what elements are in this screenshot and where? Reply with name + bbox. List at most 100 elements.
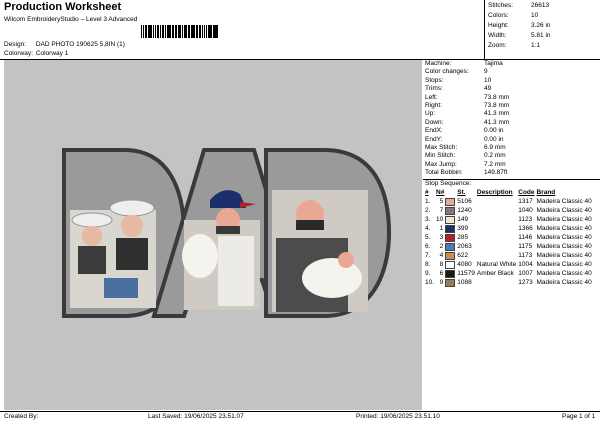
footer-rule: [0, 411, 600, 412]
software-name: Wilcom EmbroideryStudio – Level 3 Advanc…: [4, 16, 138, 23]
color-swatch: [445, 260, 456, 269]
col-index: #: [425, 189, 429, 197]
needle-number: 8: [439, 260, 444, 268]
barcode-bar: [157, 25, 159, 38]
header-divider: [484, 0, 485, 60]
dad-embroidery-image: [62, 148, 392, 318]
row-index: 7.: [425, 251, 431, 259]
design-stats: Stitches: 26613 Colors: 10 Height: 3.26 in …: [488, 2, 551, 53]
color-swatch-cell: [445, 197, 457, 206]
machine-info-row: Left: 73.8 mm: [423, 94, 600, 103]
row-index: 8.: [425, 260, 431, 268]
needle-number: 1: [439, 224, 444, 232]
design-label: Design:: [4, 41, 27, 48]
machine-info-row: Up: 41.3 mm: [423, 110, 600, 119]
stitch-count: 149: [457, 215, 469, 223]
col-brand: Brand: [536, 189, 556, 197]
thread-brand: Madeira Classic 40: [536, 224, 592, 232]
stitch-count: 5106: [457, 197, 472, 205]
colorway-value: Colorway 1: [35, 50, 69, 57]
machine-info-row: EndX: 0.00 in: [423, 127, 600, 136]
color-description: [477, 278, 518, 287]
info-value: 149.87ft: [484, 169, 508, 177]
barcode-bar: [152, 25, 155, 38]
design-preview: [4, 60, 422, 410]
machine-info-panel: Machine: Tajima Color changes: 9 Stops: 10 Tri…: [423, 60, 600, 410]
color-swatch: [445, 224, 456, 233]
thread-code: 1123: [518, 215, 533, 223]
row-index: 9.: [425, 269, 431, 277]
colorway-label: Colorway:: [4, 50, 33, 57]
table-row: 3. 10 149 1123 Madeira Classic 40: [425, 215, 594, 224]
needle-number: 5: [439, 197, 444, 205]
thread-code: 1273: [518, 278, 533, 286]
table-row: 2. 7 1240 1040 Madeira Classic 40: [425, 206, 594, 215]
row-index: 4.: [425, 224, 431, 232]
stitch-count: 285: [457, 233, 469, 241]
color-swatch-cell: [445, 224, 457, 233]
stitch-count: 4080: [457, 260, 472, 268]
barcode-bar: [146, 25, 148, 38]
stitch-count: 622: [457, 251, 469, 259]
needle-number: 10: [436, 215, 444, 223]
barcode-bar: [141, 25, 142, 38]
table-row: 5. 3 285 1146 Madeira Classic 40: [425, 233, 594, 242]
color-swatch: [445, 233, 456, 242]
barcode-bar: [205, 25, 207, 38]
barcode-bar: [198, 25, 202, 38]
table-row: 6. 2 2063 1175 Madeira Classic 40: [425, 242, 594, 251]
color-description: [477, 251, 518, 260]
thread-code: 1173: [518, 251, 533, 259]
stitch-count: 2063: [457, 242, 472, 250]
table-row: 4. 1 399 1366 Madeira Classic 40: [425, 224, 594, 233]
needle-number: 3: [439, 233, 444, 241]
colorway-row: Colorway: Colorway 1: [4, 50, 69, 58]
thread-brand: Madeira Classic 40: [536, 233, 592, 241]
color-description: [477, 233, 518, 242]
row-index: 6.: [425, 242, 431, 250]
table-header-row: # N# St. Description Code Brand: [425, 189, 594, 197]
thread-brand: Madeira Classic 40: [536, 251, 592, 259]
thread-brand: Madeira Classic 40: [536, 269, 592, 277]
color-description: [477, 242, 518, 251]
stitch-count: 399: [457, 224, 469, 232]
page-title: Production Worksheet: [4, 1, 122, 13]
machine-info-row: Stops: 10: [423, 77, 600, 86]
barcode-bar: [170, 25, 172, 38]
design-row: Design: DAD PHOTO 190625 5,8IN (1): [4, 41, 125, 49]
color-description: [477, 224, 518, 233]
table-row: 8. 8 4080 Natural White 1004 Madeira Classic …: [425, 260, 594, 269]
barcode-bar: [181, 25, 183, 38]
color-swatch: [445, 278, 456, 287]
machine-info-row: Trims: 49: [423, 85, 600, 94]
color-swatch: [445, 215, 456, 224]
barcode-bar: [187, 25, 190, 38]
needle-number: 9: [439, 278, 444, 286]
thread-code: 1317: [518, 197, 533, 205]
machine-info-row: Down: 41.3 mm: [423, 119, 600, 128]
row-index: 10.: [425, 278, 435, 286]
color-swatch: [445, 251, 456, 260]
row-index: 3.: [425, 215, 431, 223]
color-swatch-cell: [445, 269, 457, 278]
row-index: 2.: [425, 206, 431, 214]
kids-photo: [70, 199, 156, 308]
color-swatch-cell: [445, 260, 457, 269]
thread-brand: Madeira Classic 40: [536, 206, 592, 214]
color-description: [477, 206, 518, 215]
thread-code: 1175: [518, 242, 533, 250]
thread-code: 1040: [518, 206, 533, 214]
barcode-bar: [217, 25, 219, 38]
printed-date: Printed: 19/06/2025 23.51.10: [356, 413, 440, 420]
thread-brand: Madeira Classic 40: [536, 260, 592, 268]
color-description: Amber Black: [476, 269, 514, 277]
thread-code: 1007: [518, 269, 533, 277]
table-row: 10. 9 1088 1273 Madeira Classic 40: [425, 278, 594, 287]
color-swatch-cell: [445, 215, 457, 224]
barcode-bar: [193, 25, 195, 38]
color-swatch: [445, 197, 456, 206]
page-number: Page 1 of 1: [562, 413, 596, 420]
needle-number: 7: [439, 206, 444, 214]
needle-number: 6: [439, 269, 444, 277]
machine-info-row: Right: 73.8 mm: [423, 102, 600, 111]
